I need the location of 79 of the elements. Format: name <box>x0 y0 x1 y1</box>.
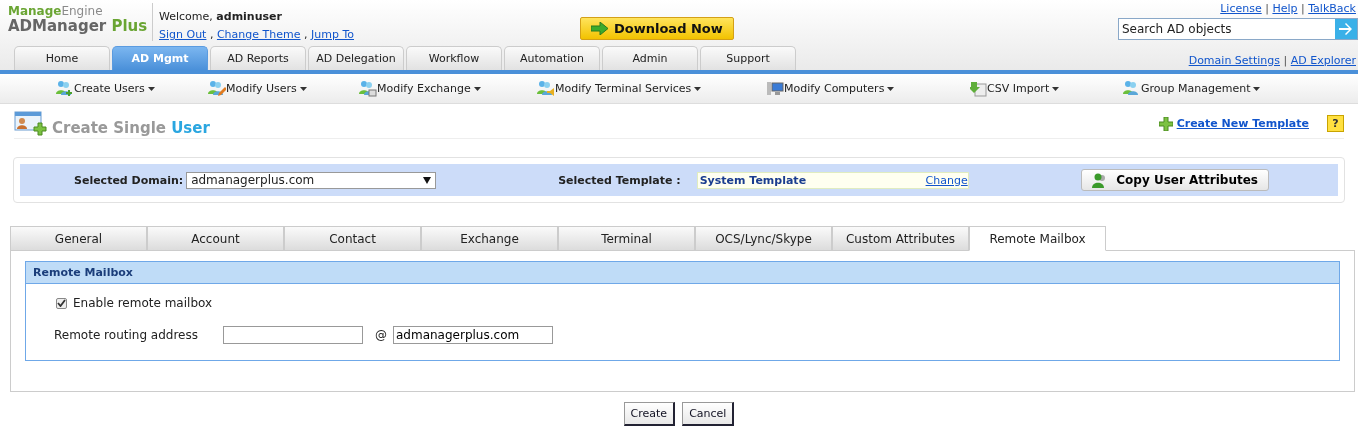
arrow-icon <box>591 22 608 35</box>
header-link[interactable]: Sign Out <box>159 28 207 41</box>
menu-item[interactable]: Modify Computers <box>784 82 895 95</box>
form-tab[interactable]: OCS/Lync/Skype <box>695 226 832 251</box>
company-logo: ManageEngine <box>8 5 104 19</box>
form-tab[interactable]: Remote Mailbox <box>969 226 1106 251</box>
copy-attributes-button[interactable]: Copy User Attributes <box>1081 169 1269 191</box>
header-link[interactable]: TalkBack <box>1308 2 1356 15</box>
caret-icon <box>1253 86 1261 91</box>
caret-icon <box>694 86 702 91</box>
page-title: Create Single User <box>52 117 210 137</box>
form-tab[interactable]: Terminal <box>558 226 695 251</box>
computer-icon <box>767 81 784 96</box>
header-link[interactable]: Change Theme <box>216 28 301 41</box>
form-button[interactable]: Create <box>623 402 676 426</box>
form-button[interactable]: Cancel <box>682 402 735 426</box>
user-name: adminuser <box>216 10 282 23</box>
header-link[interactable]: AD Explorer <box>1290 54 1356 67</box>
caret-icon <box>887 86 895 91</box>
menu-item[interactable]: Group Management <box>1141 82 1261 95</box>
domain-label: Selected Domain: <box>74 173 184 187</box>
users-plus-icon <box>55 80 74 97</box>
menu-item[interactable]: Create Users <box>74 82 155 95</box>
product-logo: ADManager Plus <box>8 18 149 35</box>
nav-tab[interactable]: Admin <box>602 46 698 70</box>
caret-icon <box>147 86 155 91</box>
users-pencil-icon <box>207 80 226 97</box>
nav-tab[interactable]: AD Delegation <box>308 46 404 70</box>
separator: | <box>1300 2 1306 15</box>
form-tab[interactable]: Exchange <box>421 226 558 251</box>
menu-item[interactable]: CSV Import <box>987 82 1060 95</box>
menu-item[interactable]: Modify Terminal Services <box>555 82 702 95</box>
users-icon <box>1122 80 1141 97</box>
separator: | <box>1264 2 1270 15</box>
header-link[interactable]: Jump To <box>311 28 354 41</box>
search-field[interactable]: Search AD objects <box>1118 18 1358 40</box>
template-field: System Template Change <box>696 171 969 189</box>
help-button[interactable]: ? <box>1327 115 1344 132</box>
separator: | <box>1282 54 1289 67</box>
change-link[interactable]: Change <box>925 173 968 187</box>
header-link[interactable]: License <box>1220 2 1262 15</box>
nav-tab[interactable]: Home <box>14 46 110 70</box>
caret-icon <box>299 86 307 91</box>
users-speaker-icon <box>536 80 555 97</box>
section-title: Remote Mailbox <box>26 262 1339 284</box>
plus-icon <box>1158 116 1173 131</box>
caret-icon <box>1052 86 1060 91</box>
caret-icon <box>473 86 481 91</box>
nav-tab[interactable]: Support <box>700 46 796 70</box>
menu-item[interactable]: Modify Exchange <box>377 82 481 95</box>
arrow-icon <box>1338 23 1354 35</box>
template-label: Selected Template : <box>558 173 681 187</box>
header-link[interactable]: Help <box>1272 2 1298 15</box>
nav-tab[interactable]: Workflow <box>406 46 502 70</box>
menu-item[interactable]: Modify Users <box>226 82 307 95</box>
form-tab[interactable]: Account <box>147 226 284 251</box>
routing-address-field[interactable] <box>223 326 363 344</box>
nav-tab[interactable]: Automation <box>504 46 600 70</box>
document-arrow-icon <box>970 80 987 97</box>
domain-select[interactable]: admanagerplus.com <box>186 171 437 189</box>
field-label: Remote routing address <box>54 328 199 342</box>
checkbox[interactable] <box>56 297 67 309</box>
separator: , <box>303 28 309 41</box>
caret-icon <box>423 176 432 184</box>
separator: , <box>208 28 215 41</box>
form-tab[interactable]: Contact <box>284 226 421 251</box>
checkbox-label: Enable remote mailbox <box>73 296 213 310</box>
header-link[interactable]: Domain Settings <box>1188 54 1280 67</box>
users-mail-icon <box>358 80 377 97</box>
welcome-label: Welcome, <box>159 10 213 23</box>
nav-tab[interactable]: AD Reports <box>210 46 306 70</box>
search-button[interactable] <box>1335 19 1357 39</box>
form-tab[interactable]: Custom Attributes <box>832 226 969 251</box>
user-card-plus-icon <box>14 110 48 137</box>
create-template-link[interactable]: Create New Template <box>1176 117 1309 130</box>
at-sign: @ <box>375 328 387 342</box>
download-button[interactable]: Download Now <box>580 17 734 40</box>
routing-domain-field[interactable]: admanagerplus.com <box>393 326 553 344</box>
form-tab[interactable]: General <box>10 226 147 251</box>
